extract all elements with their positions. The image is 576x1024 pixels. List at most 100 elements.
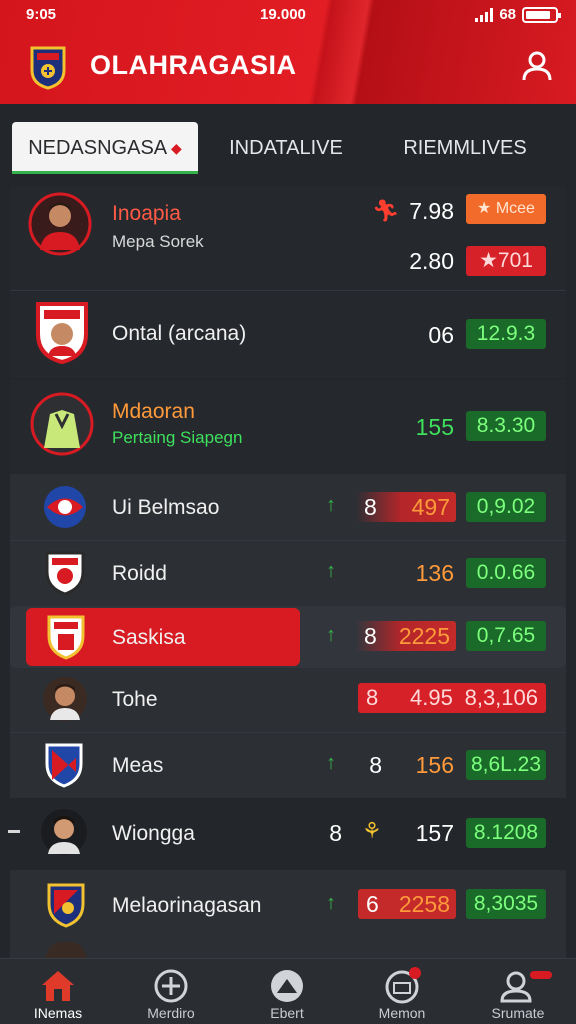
player-avatar: [43, 677, 87, 721]
trend-up-icon: ↑: [326, 494, 336, 516]
tab-bar: NEDASNGASA ◆ INDATALIVE RIEMMLIVES: [0, 104, 576, 178]
club-crest-icon: [45, 743, 83, 788]
value: 2258: [398, 891, 450, 917]
trend-up-icon: ↑: [326, 624, 336, 646]
list-item[interactable]: Melaorinagasan ↑ 6 2258 8,3035: [10, 872, 566, 938]
list-item[interactable]: Meas ↑ 8 156 8,6L.23: [10, 734, 566, 796]
tab-indatalive[interactable]: INDATALIVE: [206, 122, 366, 174]
list-item[interactable]: Ontal (arcana) 06 12.9.3: [10, 292, 566, 378]
score-badge[interactable]: 8,6L.23: [466, 750, 546, 780]
score-badge: 8,3,106: [464, 685, 538, 710]
app-title: OLAHRAGASIA: [90, 50, 297, 80]
nav-home[interactable]: INemas: [8, 963, 108, 1023]
home-icon: [42, 971, 74, 1001]
club-crest-icon: [45, 551, 85, 596]
live-dot-icon: ◆: [167, 140, 182, 156]
nav-label: Memon: [378, 1005, 426, 1021]
player-subtitle: Pertaing Siapegn: [112, 428, 243, 447]
list-item[interactable]: Inoapia Mepa Sorek 🏃︎ 7.98 ★ Mcee 2.80 ★…: [10, 186, 566, 290]
rank-mark: 8: [364, 623, 377, 649]
club-crest-icon: [44, 486, 86, 528]
plus-circle-icon: [154, 969, 188, 1003]
team-name: Roidd: [112, 562, 167, 585]
list-item[interactable]: Mdaoran Pertaing Siapegn 155 8.3.30: [10, 380, 566, 474]
status-badge[interactable]: ★ Mcee: [466, 194, 546, 224]
runner-icon: 🏃︎: [372, 198, 400, 223]
battery-icon: [522, 6, 561, 23]
tab-label: INDATALIVE: [229, 137, 343, 159]
player-avatar: [28, 192, 92, 256]
team-name: Meas: [112, 754, 164, 777]
list-item-selected[interactable]: Saskisa ↑ 8 2225 0,7.65: [10, 606, 566, 668]
score-badge[interactable]: 8,3035: [466, 889, 546, 919]
value: 2225: [398, 623, 450, 649]
player-name: Wiongga: [112, 822, 195, 845]
rank-mark: 8: [364, 494, 377, 520]
drag-handle-icon[interactable]: [8, 830, 20, 833]
value-bar: 8 497: [356, 492, 456, 522]
nav-srumate[interactable]: Srumate: [468, 963, 568, 1023]
profile-icon[interactable]: [520, 48, 554, 82]
player-name: Inoapia: [112, 202, 181, 225]
value-bar: 8 2225: [356, 621, 456, 651]
list-item[interactable]: Tohe 8 4.95 8,3,106: [10, 670, 566, 732]
user-icon: [500, 971, 552, 1003]
mail-icon: [385, 967, 421, 1004]
value: 497: [411, 494, 450, 520]
value: 156: [415, 752, 454, 778]
star-player-icon: ⚘: [362, 818, 382, 843]
nav-memon[interactable]: Memon: [352, 963, 452, 1023]
value: 155: [415, 414, 454, 440]
tab-riemmlives[interactable]: RIEMMLIVES: [380, 122, 550, 174]
team-name: Ontal (arcana): [112, 322, 247, 345]
rank-mark: 8: [369, 752, 382, 778]
value: 136: [415, 560, 454, 586]
score-badge[interactable]: 0,7.65: [466, 621, 546, 651]
trend-up-icon: ↑: [326, 892, 336, 914]
player-name: Tohe: [112, 688, 158, 711]
badge-icon: [271, 970, 303, 1002]
badge-text: Mcee: [495, 200, 535, 217]
rank-mark: 8: [329, 820, 342, 846]
value-bar: 6 2258: [358, 889, 456, 919]
score-badge[interactable]: 0,9.02: [466, 492, 546, 522]
battery-text: 68: [499, 6, 516, 23]
bottom-nav: INemas Merdiro Ebert Memon Srumate: [0, 958, 576, 1024]
player-avatar: [30, 392, 94, 456]
value-highlight[interactable]: 8 4.95 8,3,106: [358, 683, 546, 713]
rank-mark: 8: [366, 685, 379, 710]
rank-mark: 6: [366, 891, 379, 917]
value-secondary: 2.80: [409, 248, 454, 274]
player-subtitle: Mepa Sorek: [112, 232, 204, 251]
tab-nedasngasa[interactable]: NEDASNGASA ◆: [12, 122, 198, 174]
team-name: Saskisa: [112, 626, 186, 649]
list-item[interactable]: Ui Belmsao ↑ 8 497 0,9.02: [10, 478, 566, 538]
divider: [10, 732, 566, 733]
status-time: 9:05: [26, 6, 57, 23]
club-crest-icon: [47, 615, 85, 660]
status-indicators: 68: [475, 6, 561, 23]
nav-label: Srumate: [491, 1005, 545, 1021]
signal-icon: [475, 7, 494, 22]
club-crest-icon: [47, 883, 85, 928]
nav-merdiro[interactable]: Merdiro: [121, 963, 221, 1023]
list-item[interactable]: Roidd ↑ 136 0.0.66: [10, 542, 566, 604]
value: 06: [428, 322, 454, 348]
app-header: 9:05 19.000 68 OLAHRAGASIA: [0, 0, 576, 104]
value: 157: [415, 820, 454, 846]
score-badge[interactable]: 8.3.30: [466, 411, 546, 441]
score-badge[interactable]: 8.1208: [466, 818, 546, 848]
score-badge[interactable]: 12.9.3: [466, 319, 546, 349]
player-avatar: [41, 809, 87, 855]
status-center-text: 19.000: [260, 6, 306, 23]
nav-label: INemas: [33, 1005, 83, 1021]
tab-label: RIEMMLIVES: [403, 137, 527, 159]
badge-text: 701: [497, 249, 533, 272]
score-badge[interactable]: 0.0.66: [466, 558, 546, 588]
club-crest-icon: [30, 46, 66, 90]
divider: [10, 290, 566, 291]
list-item[interactable]: Wiongga 8 ⚘ 157 8.1208: [8, 798, 566, 870]
status-badge[interactable]: ★701: [466, 246, 546, 276]
club-crest-icon: [36, 302, 88, 365]
nav-ebert[interactable]: Ebert: [237, 963, 337, 1023]
